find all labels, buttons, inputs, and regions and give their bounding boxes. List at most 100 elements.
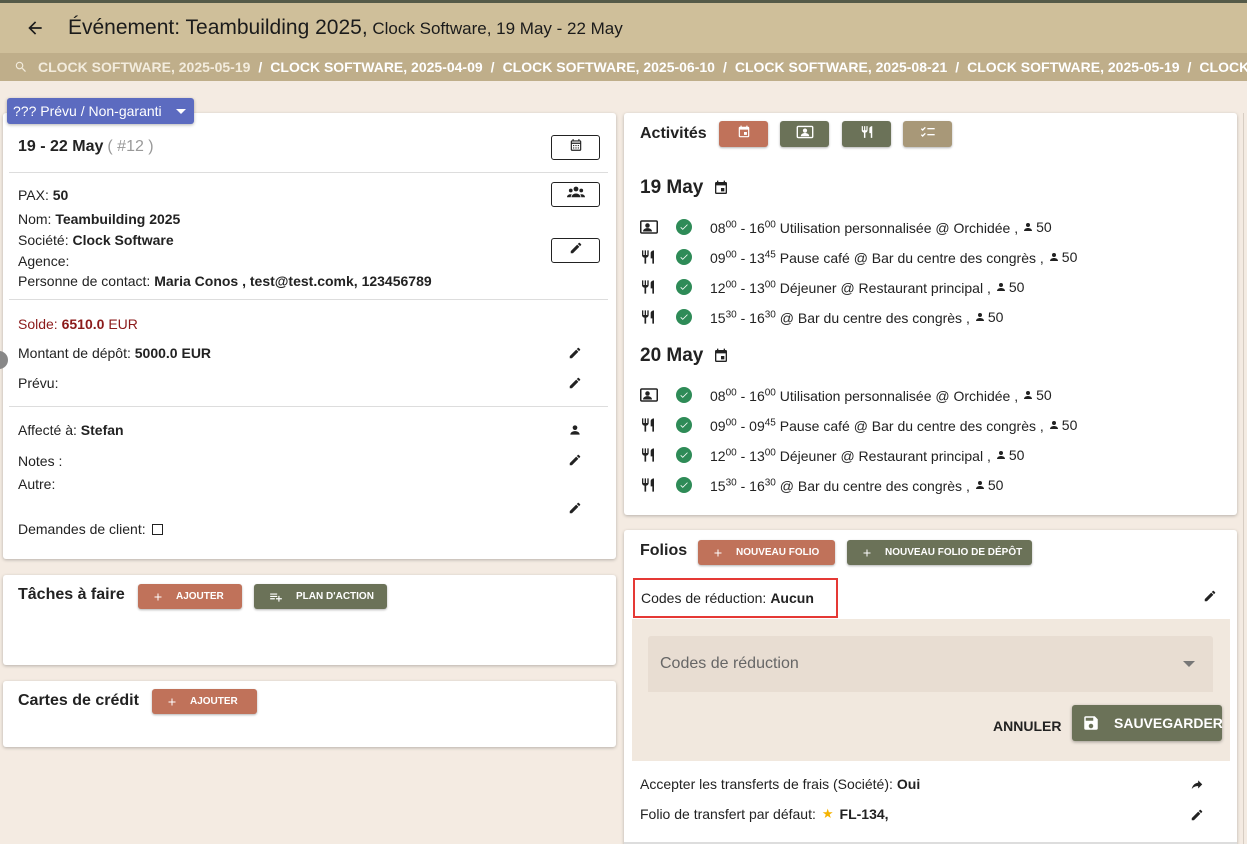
groups-button[interactable] <box>551 182 600 207</box>
person-icon <box>1048 419 1060 431</box>
breadcrumb-item[interactable]: CLOCK SOFTWARE, 2025-06-10 <box>503 59 715 75</box>
day-heading: 19 May <box>640 177 729 199</box>
activity-description: Utilisation personnalisée @ Orchidée , <box>779 219 1019 236</box>
new-folio-button[interactable]: NOUVEAU FOLIO <box>698 540 835 565</box>
agency-row: Agence: <box>18 253 69 269</box>
edit-deposit-pencil-icon[interactable] <box>566 344 584 362</box>
end-hour: 16 <box>749 477 765 494</box>
search-icon[interactable] <box>14 60 28 74</box>
plus-icon <box>712 547 724 559</box>
divider <box>9 172 608 173</box>
activity-row[interactable]: 1530 - 1630 @ Bar du centre des congrès … <box>640 475 1003 495</box>
transfer-value: Oui <box>896 776 921 792</box>
edit-other-pencil-icon[interactable] <box>566 499 584 517</box>
pax-count: 50 <box>974 309 1003 325</box>
calendar-event-icon <box>713 180 729 196</box>
start-hour: 09 <box>710 249 726 266</box>
plus-icon <box>861 547 873 559</box>
calendar-button[interactable] <box>551 135 600 160</box>
end-minute: 00 <box>764 446 776 458</box>
calendar-filter-button[interactable] <box>719 121 768 147</box>
pax-value: 50 <box>52 187 69 203</box>
breadcrumb-item[interactable]: CLOCK SOFTWARE, 2025-04-09 <box>270 59 482 75</box>
check-circle-icon <box>676 447 692 463</box>
activity-row[interactable]: 0900 - 1345 Pause café @ Bar du centre d… <box>640 247 1077 267</box>
activity-row[interactable]: 1200 - 1300 Déjeuner @ Restaurant princi… <box>640 445 1024 465</box>
contact-value: Maria Conos , test@test.comk, 123456789 <box>154 273 432 289</box>
check-circle-icon <box>676 279 692 295</box>
person-icon <box>974 311 986 323</box>
end-hour: 09 <box>749 417 765 434</box>
activity-row[interactable]: 1200 - 1300 Déjeuner @ Restaurant princi… <box>640 277 1024 297</box>
star-icon: ★ <box>821 806 834 821</box>
event-number: ( #12 ) <box>107 138 154 155</box>
start-minute: 00 <box>725 218 737 230</box>
food-filter-button[interactable] <box>842 121 891 147</box>
edit-planned-pencil-icon[interactable] <box>566 374 584 392</box>
credit-cards-card: Cartes de crédit AJOUTER <box>3 681 616 747</box>
discount-codes-select[interactable]: Codes de réduction <box>648 636 1213 692</box>
action-plan-button[interactable]: PLAN D'ACTION <box>254 584 387 609</box>
edit-notes-pencil-icon[interactable] <box>566 451 584 469</box>
start-hour: 15 <box>710 309 726 326</box>
end-minute: 45 <box>764 416 776 428</box>
breadcrumb-item[interactable]: CLOCK SOFTWARE, 2025-05-19 <box>967 59 1179 75</box>
cancel-button[interactable]: ANNULER <box>993 718 1061 734</box>
pax-count: 50 <box>1048 417 1077 433</box>
breadcrumb-item[interactable]: CLOCK SOFTWARE, 2025-05-19 <box>38 59 250 75</box>
company-label: Société: <box>18 232 69 248</box>
end-hour: 16 <box>749 387 765 404</box>
edit-details-button[interactable] <box>551 238 600 263</box>
pax-value: 50 <box>1036 218 1052 235</box>
new-folio-label: NOUVEAU FOLIO <box>736 547 820 558</box>
day-heading: 20 May <box>640 345 729 367</box>
back-arrow-icon[interactable] <box>22 15 48 41</box>
check-circle-icon <box>676 387 692 403</box>
check-circle-icon <box>676 417 692 433</box>
save-label: SAUVEGARDER <box>1114 715 1223 731</box>
start-minute: 00 <box>725 278 737 290</box>
start-hour: 09 <box>710 417 726 434</box>
activity-description: Pause café @ Bar du centre des congrès , <box>779 417 1044 434</box>
side-handle[interactable] <box>0 351 8 369</box>
checklist-icon <box>920 125 936 144</box>
new-deposit-folio-button[interactable]: NOUVEAU FOLIO DE DÉPÔT <box>847 540 1032 565</box>
person-icon <box>995 449 1007 461</box>
add-task-button[interactable]: AJOUTER <box>138 584 242 609</box>
breadcrumb-item[interactable]: CLOCK SOFTWARE, 2025-05-19 <box>1199 59 1247 75</box>
deposit-value: 5000.0 EUR <box>134 345 212 361</box>
end-minute: 45 <box>764 248 776 260</box>
activity-row[interactable]: 1530 - 1630 @ Bar du centre des congrès … <box>640 307 1003 327</box>
default-folio-label: Folio de transfert par défaut: <box>640 806 816 822</box>
meeting-room-icon <box>640 387 658 403</box>
pax-count: 50 <box>1022 219 1052 235</box>
activity-row[interactable]: 0900 - 0945 Pause café @ Bar du centre d… <box>640 415 1077 435</box>
add-card-button[interactable]: AJOUTER <box>152 689 257 714</box>
requests-checkbox[interactable] <box>151 523 163 535</box>
transfer-forward-icon[interactable] <box>1188 776 1206 794</box>
assign-person-icon[interactable] <box>566 421 584 439</box>
playlist-add-icon <box>268 590 284 604</box>
status-dropdown[interactable]: ??? Prévu / Non-garanti <box>7 98 194 124</box>
calendar-icon <box>569 138 583 157</box>
event-date-range: 19 - 22 May( #12 ) <box>18 138 154 156</box>
edit-codes-pencil-icon[interactable] <box>1201 587 1219 605</box>
end-minute: 30 <box>764 476 776 488</box>
activity-row[interactable]: 0800 - 1600 Utilisation personnalisée @ … <box>640 385 1052 405</box>
edit-default-folio-pencil-icon[interactable] <box>1188 806 1206 824</box>
activity-row[interactable]: 0800 - 1600 Utilisation personnalisée @ … <box>640 217 1052 237</box>
breadcrumb-separator: / <box>722 59 727 75</box>
company-row: Société: Clock Software <box>18 232 174 248</box>
save-button[interactable]: SAUVEGARDER <box>1072 705 1223 741</box>
date-range-text: 19 - 22 May <box>18 138 104 155</box>
status-label: ??? Prévu / Non-garanti <box>13 103 162 119</box>
divider <box>9 299 608 300</box>
restaurant-icon <box>860 124 874 145</box>
assigned-row: Affecté à: Stefan <box>18 422 124 438</box>
requests-label: Demandes de client: <box>18 521 146 537</box>
room-filter-button[interactable] <box>780 121 829 147</box>
action-plan-label: PLAN D'ACTION <box>296 591 374 602</box>
checklist-filter-button[interactable] <box>903 121 952 147</box>
breadcrumb-separator: / <box>955 59 960 75</box>
breadcrumb-item[interactable]: CLOCK SOFTWARE, 2025-08-21 <box>735 59 947 75</box>
